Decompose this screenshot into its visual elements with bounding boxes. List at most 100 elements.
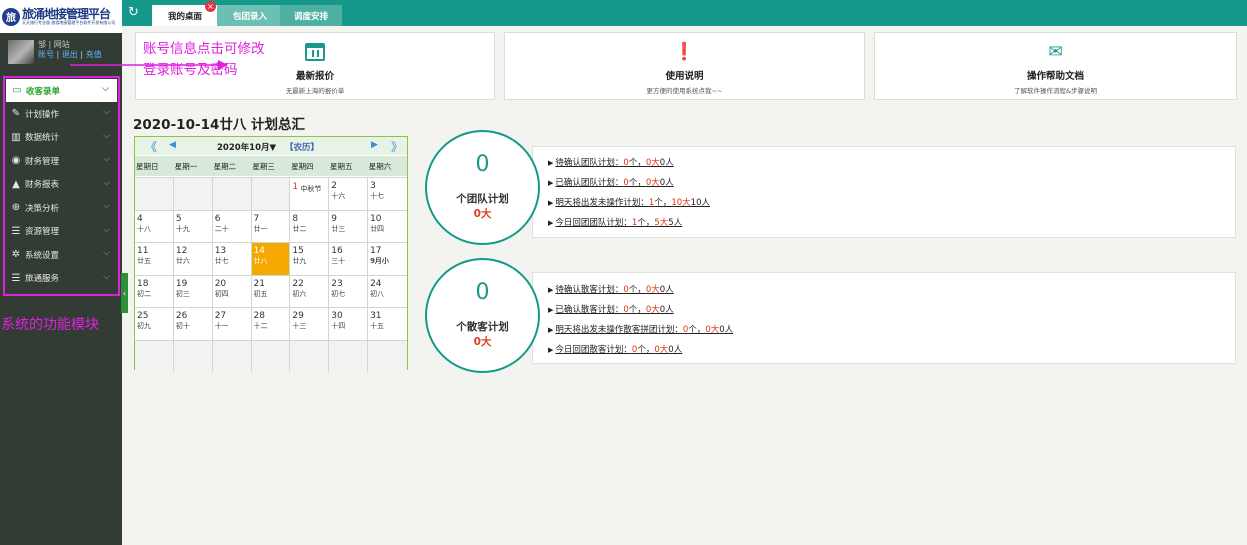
sidebar-item[interactable]: ☰ 旅通服务 ⌵	[5, 267, 118, 291]
calendar-day[interactable]: 26 初十	[173, 308, 213, 340]
calendar-day[interactable]: 19 初三	[173, 275, 213, 307]
item-prefix: 今日回团散客计划：	[555, 345, 632, 355]
tab-group-entry[interactable]: 包团录入	[217, 5, 283, 26]
calendar-day[interactable]: 14 廿八	[251, 243, 291, 275]
lunar-date: 廿一	[253, 224, 268, 233]
lunar-date: 三十	[331, 257, 346, 265]
calendar-day[interactable]: 12 廿六	[173, 243, 213, 275]
item-unit: 人	[665, 285, 674, 295]
sidebar-item[interactable]: ☰ 资源管理 ⌵	[5, 220, 118, 244]
sidebar-item-label: 系统设置	[25, 250, 60, 261]
day-number: 27	[214, 311, 227, 321]
logo[interactable]: 旅 旅涌地接管理平台 天天旅行专业版·旅游地接管理平台软件开发有限公司	[0, 0, 122, 33]
lunar-date: 初二	[137, 289, 151, 298]
calendar-day[interactable]: 9 廿三	[329, 210, 369, 242]
calendar-day[interactable]: 17 9月小	[368, 243, 407, 275]
day-number: 20	[214, 278, 227, 289]
day-number: 13	[214, 246, 227, 256]
calendar-day[interactable]: 1 中秋节	[290, 178, 330, 210]
next-year-button[interactable]: 》	[391, 138, 403, 155]
prev-month-button[interactable]: ◀	[169, 140, 176, 150]
sidebar-item[interactable]: ✲ 系统设置 ⌵	[5, 243, 118, 267]
refresh-icon[interactable]: ↻	[128, 5, 139, 20]
sidebar-item[interactable]: ✎ 计划操作 ⌵	[5, 102, 118, 126]
next-month-button[interactable]: ▶	[371, 140, 378, 150]
sidebar-item[interactable]: ⊕ 决策分析 ⌵	[5, 196, 118, 220]
lunar-date: 廿四	[370, 224, 385, 233]
chat-alert-icon: ❗	[673, 42, 696, 62]
team_plan-item-1[interactable]: ▶ 已确认团队计划：0个，0大0人	[548, 176, 674, 188]
day-number: 19	[175, 278, 188, 289]
team_plan-item-3[interactable]: ▶ 今日回团团队计划：1个，5大5人	[548, 216, 682, 228]
card-usage-guide[interactable]: ❗ 使用说明 更方便的使用系统点我~~	[504, 32, 865, 100]
day-number: 28	[253, 311, 265, 321]
calendar-day[interactable]: 21 初五	[251, 275, 291, 307]
calendar-day[interactable]: 31 十五	[368, 308, 407, 340]
sidebar-collapse-handle[interactable]: ‹	[121, 273, 128, 313]
calendar-day[interactable]: 15 廿九	[290, 243, 330, 275]
sidebar-item[interactable]: ▭ 收客录单 ⌵	[6, 79, 117, 102]
item-unit: 人	[665, 158, 674, 168]
card-help-docs[interactable]: ✉ 操作帮助文档 了解软件操作流程&步骤说明	[874, 32, 1237, 100]
day-number: 14	[253, 246, 265, 256]
calendar-day[interactable]: 16 三十	[329, 243, 369, 275]
calendar-empty-cell	[212, 178, 252, 210]
sidebar-item-label: 财务管理	[25, 156, 60, 167]
fit_plan-item-0[interactable]: ▶ 待确认散客计划：0个，0大0人	[548, 283, 674, 295]
calendar-day[interactable]: 11 廿五	[135, 243, 174, 275]
lunar-date: 廿二	[292, 224, 307, 233]
tab-dispatch[interactable]: 调度安排	[280, 5, 342, 26]
day-number: 8	[292, 213, 299, 224]
weekday-row: 星期日 星期一 星期二 星期三 星期四 星期五 星期六	[135, 156, 407, 176]
weekday-label: 星期六	[368, 161, 392, 171]
calendar-day[interactable]: 23 初七	[329, 275, 369, 307]
calendar-day[interactable]: 6 二十	[212, 210, 252, 242]
calendar-month-select[interactable]: 2020年10月▼	[217, 141, 276, 153]
fit_plan-item-1[interactable]: ▶ 已确认散客计划：0个，0大0人	[548, 303, 674, 315]
calendar-day[interactable]: 27 十一	[212, 308, 252, 340]
day-number: 15	[292, 246, 304, 256]
item-unit: 个，	[688, 325, 706, 335]
calendar-day[interactable]: 13 廿七	[212, 243, 252, 275]
calendar-week	[135, 339, 407, 372]
calendar-day[interactable]: 24 初八	[368, 275, 407, 307]
sidebar-item[interactable]: ▥ 数据统计 ⌵	[5, 126, 118, 150]
calendar-day[interactable]: 8 廿二	[290, 210, 330, 242]
lunar-date: 初五	[253, 289, 268, 298]
calendar-day[interactable]: 30 十四	[329, 308, 369, 340]
calendar-day[interactable]: 2 十六	[329, 178, 369, 210]
calendar-day[interactable]: 10 廿四	[368, 210, 407, 242]
lunar-date: 十八	[137, 224, 151, 233]
calendar-day[interactable]: 4 十八	[135, 210, 174, 242]
close-icon[interactable]: ×	[205, 1, 216, 12]
calendar-day[interactable]: 7 廿一	[251, 210, 291, 242]
team_plan-item-0[interactable]: ▶ 待确认团队计划：0个，0大0人	[548, 156, 674, 168]
calendar-day[interactable]: 29 十三	[290, 308, 330, 340]
holiday-label: 中秋节	[300, 185, 322, 193]
calendar-empty-cell	[173, 340, 213, 372]
avatar[interactable]	[8, 40, 34, 64]
calendar-empty-cell	[251, 340, 291, 372]
lunar-date: 9月小	[370, 257, 389, 265]
calendar-day[interactable]: 18 初二	[135, 275, 174, 307]
fit_plan-item-3[interactable]: ▶ 今日回团散客计划：0个，0大0人	[548, 343, 682, 355]
account-link[interactable]: 账号	[38, 50, 54, 59]
day-number: 11	[137, 246, 149, 256]
calendar-day[interactable]: 3 十七	[368, 178, 407, 210]
sidebar-item[interactable]: ◉ 财务管理 ⌵	[5, 149, 118, 173]
calendar-day[interactable]: 28 十二	[251, 308, 291, 340]
fit_plan-item-2[interactable]: ▶ 明天将出发未操作散客拼团计划：0个，0大0人	[548, 323, 733, 335]
calendar-empty-cell	[212, 340, 252, 372]
lunar-date: 初十	[175, 322, 190, 330]
monitor-icon: ▭	[12, 85, 22, 96]
lunar-toggle[interactable]: 【农历】	[285, 141, 319, 153]
team_plan-item-2[interactable]: ▶ 明天将出发未操作计划：1个，10大10人	[548, 196, 710, 208]
item-unit: 人	[724, 325, 734, 335]
calendar-day[interactable]: 20 初四	[212, 275, 252, 307]
lunar-date: 十一	[214, 322, 229, 330]
calendar-day[interactable]: 22 初六	[290, 275, 330, 307]
calendar-day[interactable]: 25 初九	[135, 308, 174, 340]
sidebar-item[interactable]: ▲ 财务报表 ⌵	[5, 173, 118, 197]
prev-year-button[interactable]: 《	[145, 138, 157, 155]
calendar-day[interactable]: 5 十九	[173, 210, 213, 242]
